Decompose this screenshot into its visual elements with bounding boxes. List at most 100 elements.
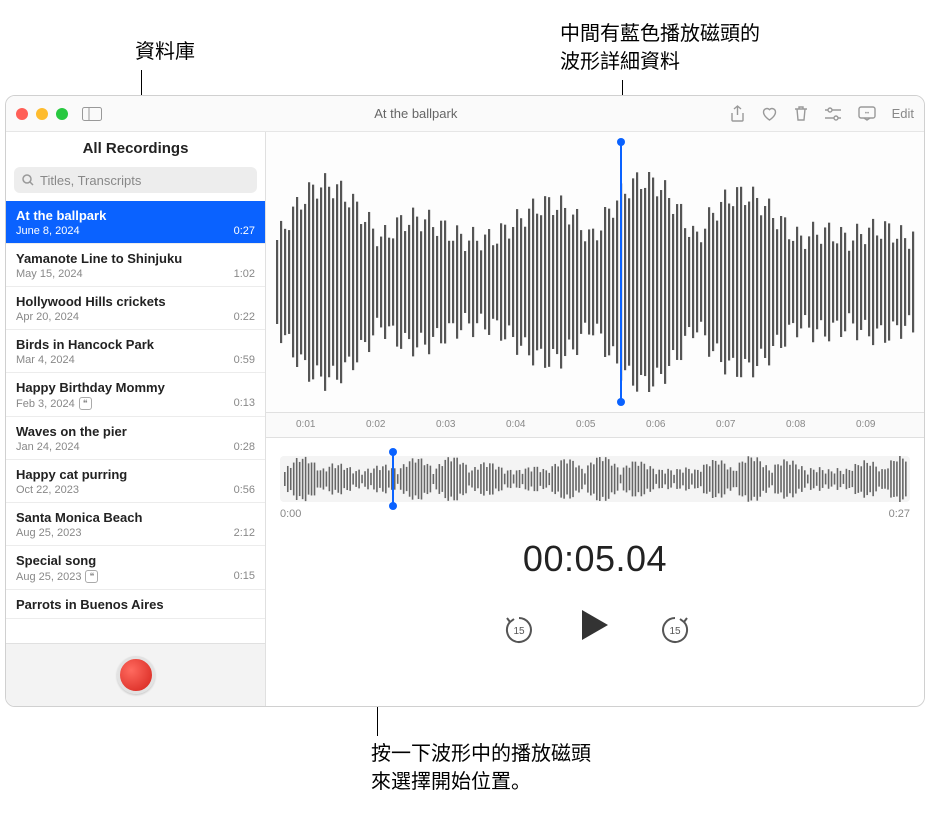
recording-item[interactable]: At the ballpark June 8, 2024 0:27: [6, 201, 265, 244]
time-ruler: 0:010:020:030:040:050:060:070:080:09: [266, 412, 924, 438]
recording-duration: 0:22: [234, 311, 255, 323]
recording-item[interactable]: Happy cat purring Oct 22, 20230:56: [6, 460, 265, 503]
favorite-icon[interactable]: [761, 106, 778, 122]
app-window: At the ballpark •• Edit All Recordings T…: [5, 95, 925, 707]
annotation-text: 波形詳細資料: [560, 48, 760, 76]
ruler-tick: 0:09: [856, 419, 875, 430]
recordings-list: At the ballpark June 8, 2024 0:27 Yamanote …: [6, 201, 265, 643]
recording-date: Mar 4, 2024: [16, 354, 75, 366]
transcript-badge-icon: ❝: [79, 397, 92, 410]
content-area: All Recordings Titles, Transcripts At th…: [6, 132, 924, 706]
recording-duration: 0:15: [234, 570, 255, 583]
sidebar: All Recordings Titles, Transcripts At th…: [6, 132, 266, 706]
sidebar-toggle-button[interactable]: [82, 107, 102, 121]
annotation-text: 中間有藍色播放磁頭的: [560, 20, 760, 48]
zoom-window-button[interactable]: [56, 108, 68, 120]
ruler-tick: 0:05: [576, 419, 595, 430]
ruler-tick: 0:06: [646, 419, 665, 430]
waveform-detail-graphic: [266, 132, 924, 412]
title-bar: At the ballpark •• Edit: [6, 96, 924, 132]
recording-meta: May 15, 2024 1:02: [16, 268, 255, 280]
trash-icon[interactable]: [794, 105, 808, 122]
annotation-playhead-hint: 按一下波形中的播放磁頭 來選擇開始位置。: [371, 740, 591, 796]
main-panel: 0:010:020:030:040:050:060:070:080:09 0:0…: [266, 132, 924, 706]
recording-title: Santa Monica Beach: [16, 510, 255, 525]
settings-icon[interactable]: [824, 107, 842, 121]
waveform-overview-graphic: [280, 456, 912, 502]
recording-title: Happy cat purring: [16, 467, 255, 482]
recording-title: Birds in Hancock Park: [16, 337, 255, 352]
recording-duration: 0:56: [234, 484, 255, 496]
recording-duration: 1:02: [234, 268, 255, 280]
recording-duration: 0:59: [234, 354, 255, 366]
overview-start-time: 0:00: [280, 508, 301, 520]
close-window-button[interactable]: [16, 108, 28, 120]
skip-forward-button[interactable]: 15: [658, 613, 688, 643]
recording-date: Aug 25, 2023: [16, 527, 81, 539]
ruler-tick: 0:07: [716, 419, 735, 430]
svg-text:15: 15: [513, 626, 525, 637]
recording-title: Yamanote Line to Shinjuku: [16, 251, 255, 266]
recording-title: Waves on the pier: [16, 424, 255, 439]
recording-date: May 15, 2024: [16, 268, 83, 280]
recording-item[interactable]: Waves on the pier Jan 24, 20240:28: [6, 417, 265, 460]
ruler-tick: 0:04: [506, 419, 525, 430]
recording-item[interactable]: Santa Monica Beach Aug 25, 2023 2:12: [6, 503, 265, 546]
recording-meta: Jan 24, 20240:28: [16, 441, 255, 453]
recording-item[interactable]: Birds in Hancock Park Mar 4, 2024 0:59: [6, 330, 265, 373]
recording-meta: Apr 20, 2024 0:22: [16, 311, 255, 323]
recording-title: At the ballpark: [16, 208, 255, 223]
recording-duration: 0:13: [234, 397, 255, 410]
recording-date: June 8, 2024: [16, 225, 80, 237]
recording-meta: Oct 22, 20230:56: [16, 484, 255, 496]
minimize-window-button[interactable]: [36, 108, 48, 120]
recording-title: Hollywood Hills crickets: [16, 294, 255, 309]
time-display: 00:05.04: [266, 538, 924, 580]
recording-title: Parrots in Buenos Aires: [16, 597, 255, 612]
ruler-tick: 0:03: [436, 419, 455, 430]
annotation-text: 來選擇開始位置。: [371, 768, 591, 796]
recording-meta: Mar 4, 2024 0:59: [16, 354, 255, 366]
recording-title: Special song: [16, 553, 255, 568]
annotation-text: 按一下波形中的播放磁頭: [371, 740, 591, 768]
recording-meta: June 8, 2024 0:27: [16, 225, 255, 237]
svg-text:••: ••: [864, 111, 868, 117]
waveform-overview[interactable]: [280, 456, 910, 502]
edit-button[interactable]: Edit: [892, 106, 914, 121]
search-input[interactable]: Titles, Transcripts: [14, 167, 257, 193]
overview-times: 0:00 0:27: [280, 508, 910, 520]
sidebar-header: All Recordings: [6, 132, 265, 161]
recording-item[interactable]: Hollywood Hills crickets Apr 20, 2024 0:22: [6, 287, 265, 330]
playhead[interactable]: [620, 142, 622, 402]
overview-playhead[interactable]: [392, 450, 394, 508]
traffic-lights: [16, 108, 68, 120]
recording-meta: Feb 3, 2024❝ 0:13: [16, 397, 255, 410]
transcript-icon[interactable]: ••: [858, 106, 876, 121]
share-icon[interactable]: [730, 105, 745, 123]
annotation-waveform-detail: 中間有藍色播放磁頭的 波形詳細資料: [560, 20, 760, 76]
recording-date: Feb 3, 2024❝: [16, 397, 92, 410]
recording-date: Aug 25, 2023❝: [16, 570, 98, 583]
record-bar: [6, 643, 265, 706]
playback-controls: 15 15: [266, 608, 924, 647]
recording-title: Happy Birthday Mommy: [16, 380, 255, 395]
recording-item[interactable]: Special song Aug 25, 2023❝ 0:15: [6, 546, 265, 590]
recording-item[interactable]: Happy Birthday Mommy Feb 3, 2024❝ 0:13: [6, 373, 265, 417]
annotation-library: 資料庫: [135, 38, 195, 66]
ruler-tick: 0:01: [296, 419, 315, 430]
play-button[interactable]: [580, 608, 610, 647]
recording-date: Apr 20, 2024: [16, 311, 79, 323]
record-button[interactable]: [117, 656, 155, 694]
recording-duration: 0:27: [234, 225, 255, 237]
recording-meta: Aug 25, 2023 2:12: [16, 527, 255, 539]
recording-meta: Aug 25, 2023❝ 0:15: [16, 570, 255, 583]
overview-end-time: 0:27: [889, 508, 910, 520]
ruler-tick: 0:02: [366, 419, 385, 430]
recording-duration: 2:12: [234, 527, 255, 539]
recording-item[interactable]: Yamanote Line to Shinjuku May 15, 2024 1:0…: [6, 244, 265, 287]
search-placeholder: Titles, Transcripts: [40, 173, 141, 188]
recording-item[interactable]: Parrots in Buenos Aires: [6, 590, 265, 619]
waveform-detail[interactable]: [266, 132, 924, 412]
recording-date: Jan 24, 2024: [16, 441, 80, 453]
skip-back-button[interactable]: 15: [502, 613, 532, 643]
